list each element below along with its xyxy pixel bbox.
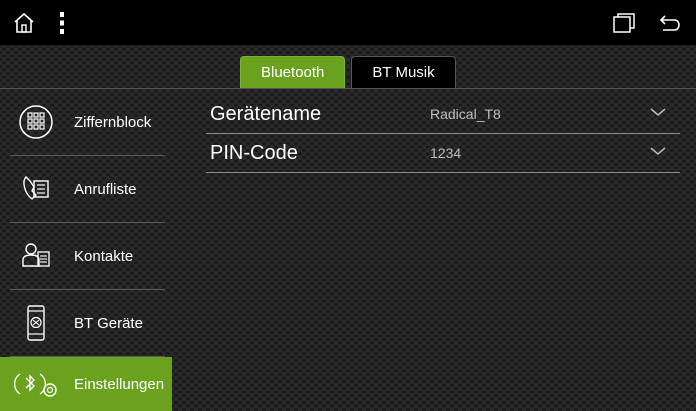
sidebar-item-label: Ziffernblock (74, 113, 152, 131)
status-bar (0, 0, 696, 46)
tab-bluetooth-label: Bluetooth (261, 64, 325, 81)
sidebar: Ziffernblock Anrufliste Kontakte BT Gerä… (0, 89, 172, 411)
device-name-value: Radical_T8 (430, 106, 501, 122)
device-name-label: Gerätename (210, 102, 322, 125)
tab-bluetooth[interactable]: Bluetooth (240, 56, 346, 88)
row-divider (206, 172, 680, 173)
chevron-down-icon[interactable] (650, 143, 666, 164)
sidebar-item-bt-geraete[interactable]: BT Geräte (0, 290, 172, 356)
sidebar-item-label: Einstellungen (74, 375, 165, 393)
sidebar-item-label: Kontakte (74, 247, 134, 265)
sidebar-item-anrufliste[interactable]: Anrufliste (0, 156, 172, 222)
bt-settings-icon (12, 364, 60, 404)
sidebar-item-einstellungen[interactable]: Einstellungen (0, 357, 172, 411)
back-icon[interactable] (656, 9, 684, 37)
pin-code-value: 1234 (430, 145, 462, 161)
bt-devices-icon (16, 303, 56, 343)
sidebar-item-kontakte[interactable]: Kontakte (0, 223, 172, 289)
pin-code-label: PIN-Code (210, 141, 298, 164)
more-icon[interactable] (48, 9, 76, 37)
recent-apps-icon[interactable] (610, 9, 638, 37)
bluetooth-settings-list: Gerätename Radical_T8 PIN-Code 1234 (204, 95, 684, 173)
call-log-icon (16, 169, 56, 209)
tab-bt-musik-label: BT Musik (372, 64, 435, 81)
contacts-icon (16, 236, 56, 276)
pin-code-row[interactable]: PIN-Code 1234 (204, 134, 684, 172)
chevron-down-icon[interactable] (650, 104, 666, 125)
sidebar-item-label: Anrufliste (74, 180, 137, 198)
tab-bar: Bluetooth BT Musik (240, 56, 456, 88)
device-name-row[interactable]: Gerätename Radical_T8 (204, 95, 684, 133)
tab-bt-musik[interactable]: BT Musik (351, 56, 456, 88)
sidebar-item-ziffernblock[interactable]: Ziffernblock (0, 89, 172, 155)
home-icon[interactable] (10, 9, 38, 37)
sidebar-item-label: BT Geräte (74, 314, 143, 332)
dialpad-icon (16, 102, 56, 142)
